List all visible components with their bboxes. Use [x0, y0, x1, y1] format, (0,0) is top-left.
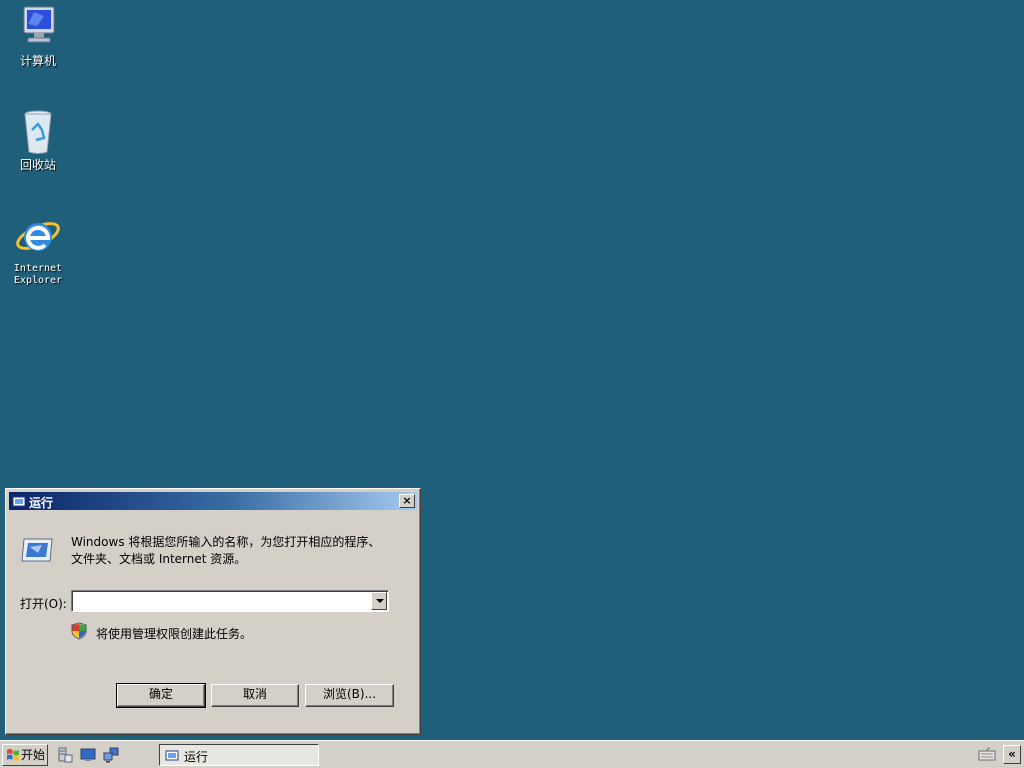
close-icon: ×: [402, 494, 412, 507]
desktop-icon-internet-explorer[interactable]: Internet Explorer: [0, 212, 76, 287]
server-manager-icon[interactable]: [57, 747, 73, 763]
admin-note: 将使用管理权限创建此任务。: [96, 627, 253, 641]
desktop-icon-computer[interactable]: 计算机: [0, 4, 76, 68]
ok-button[interactable]: 确定: [116, 683, 206, 708]
dialog-titlebar[interactable]: 运行 ×: [9, 492, 417, 510]
open-label: 打开(O):: [20, 597, 67, 611]
start-button[interactable]: 开始: [2, 744, 48, 766]
windows-flag-icon: [6, 748, 20, 762]
dialog-description: Windows 将根据您所输入的名称，为您打开相应的程序、 文件夹、文档或 In…: [71, 534, 401, 568]
taskbar-button-label: 运行: [184, 750, 209, 764]
combo-dropdown-button[interactable]: [371, 592, 387, 610]
network-icon[interactable]: [103, 747, 119, 763]
tray-expand-button[interactable]: «: [1003, 745, 1021, 764]
desktop-icon-recycle-bin[interactable]: 回收站: [0, 108, 76, 172]
start-label: 开始: [21, 748, 46, 762]
open-input[interactable]: [74, 593, 370, 609]
internet-explorer-icon: [14, 212, 62, 260]
taskbar: 开始 运行 «: [0, 740, 1024, 768]
desktop-icon-label: 计算机: [19, 54, 56, 68]
chevron-left-icon: «: [1008, 747, 1016, 761]
run-icon: [12, 494, 26, 508]
run-dialog: 运行 × Windows 将根据您所输入的名称，为您打开相应的程序、 文件夹、文…: [5, 488, 421, 735]
ie-label-line2: Explorer: [13, 275, 63, 286]
run-icon: [165, 748, 179, 762]
desktop-icon-label: Internet Explorer: [0, 263, 76, 287]
taskbar-button-run[interactable]: 运行: [159, 744, 319, 766]
admin-shield-icon: [71, 622, 87, 640]
show-desktop-icon[interactable]: [80, 747, 96, 763]
run-program-icon: [20, 537, 54, 563]
recycle-bin-icon: [14, 108, 62, 156]
browse-button[interactable]: 浏览(B)...: [305, 684, 394, 707]
dialog-title: 运行: [29, 496, 54, 510]
open-combobox[interactable]: [71, 590, 389, 612]
cancel-button[interactable]: 取消: [211, 684, 299, 707]
desktop-icon-label: 回收站: [19, 158, 56, 172]
description-line2: 文件夹、文档或 Internet 资源。: [71, 552, 247, 566]
computer-icon: [14, 4, 62, 52]
close-button[interactable]: ×: [399, 494, 415, 508]
description-line1: Windows 将根据您所输入的名称，为您打开相应的程序、: [71, 535, 381, 549]
keyboard-icon[interactable]: [978, 747, 996, 761]
ie-label-line1: Internet: [13, 263, 63, 274]
